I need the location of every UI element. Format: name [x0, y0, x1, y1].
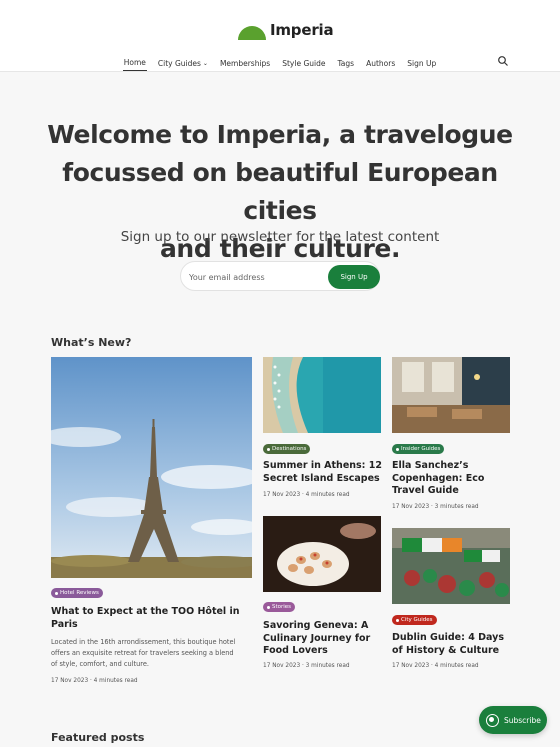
tag-label: Destinations [272, 446, 307, 452]
geneva-image[interactable] [263, 516, 381, 592]
site-header: Imperia Home City Guides ⌄ Memberships St… [0, 0, 560, 72]
search-icon[interactable] [497, 55, 509, 67]
main-nav: Home City Guides ⌄ Memberships Style Guid… [0, 55, 560, 71]
signup-button[interactable]: Sign Up [328, 265, 380, 289]
card-meta: 17 Nov 2023 · 3 minutes read [392, 504, 479, 510]
nav-item-home[interactable]: Home [122, 55, 147, 71]
nav-label: Authors [366, 58, 396, 68]
dot-icon [267, 605, 270, 609]
card-title-dublin[interactable]: Dublin Guide: 4 Days of History & Cultur… [392, 632, 512, 657]
newsletter-form: Sign Up [180, 261, 380, 291]
card-title-geneva[interactable]: Savoring Geneva: A Culinary Journey for … [263, 620, 383, 658]
athens-image[interactable] [263, 357, 381, 433]
dot-icon [55, 591, 58, 595]
floating-subscribe-button[interactable]: Subscribe [479, 706, 547, 734]
dublin-image[interactable] [392, 528, 510, 604]
tag-label: City Guides [401, 617, 433, 623]
nav-label: Home [123, 58, 146, 67]
card-title-copenhagen[interactable]: Ella Sanchez’s Copenhagen: Eco Travel Gu… [392, 460, 512, 498]
whats-new-heading: What’s New? [51, 336, 132, 349]
tag-city-guides[interactable]: City Guides [392, 615, 437, 625]
hero-title: Welcome to Imperia, a travelogue focusse… [40, 116, 520, 268]
nav-label: City Guides [157, 58, 201, 68]
logo-mark-icon [238, 26, 266, 40]
tag-destinations[interactable]: Destinations [263, 444, 311, 454]
copenhagen-image[interactable] [392, 357, 510, 433]
nav-item-authors[interactable]: Authors [365, 55, 396, 71]
featured-post-meta: 17 Nov 2023 · 4 minutes read [51, 678, 138, 684]
card-meta: 17 Nov 2023 · 4 minutes read [263, 492, 350, 498]
site-logo[interactable]: Imperia [238, 20, 334, 40]
nav-item-memberships[interactable]: Memberships [219, 55, 271, 71]
nav-item-sign-up[interactable]: Sign Up [406, 55, 437, 71]
card-meta: 17 Nov 2023 · 4 minutes read [392, 663, 479, 669]
featured-post-title[interactable]: What to Expect at the TOO Hôtel in Paris [51, 606, 251, 631]
email-input[interactable] [189, 269, 319, 285]
tag-insider-guides[interactable]: Insider Guides [392, 444, 445, 454]
card-meta: 17 Nov 2023 · 3 minutes read [263, 663, 350, 669]
paris-image[interactable] [51, 357, 252, 578]
featured-post-excerpt: Located in the 16th arrondissement, this… [51, 638, 236, 668]
nav-label: Tags [337, 58, 355, 68]
dot-icon [267, 447, 270, 451]
tag-label: Hotel Reviews [60, 590, 99, 596]
chevron-down-icon: ⌄ [202, 60, 208, 67]
nav-item-tags[interactable]: Tags [336, 55, 355, 71]
subscribe-icon [486, 713, 499, 727]
featured-posts-heading: Featured posts [51, 731, 145, 744]
tag-label: Stories [272, 604, 292, 610]
site-name: Imperia [270, 21, 334, 39]
hero-title-line: focussed on beautiful European cities [62, 158, 498, 225]
nav-label: Style Guide [282, 58, 326, 68]
tag-stories[interactable]: Stories [263, 602, 296, 612]
dot-icon [396, 447, 399, 451]
hero-title-line: Welcome to Imperia, a travelogue [47, 120, 513, 149]
subscribe-label: Subscribe [504, 715, 541, 725]
hero-subtitle: Sign up to our newsletter for the latest… [120, 229, 440, 245]
nav-item-city-guides[interactable]: City Guides ⌄ [157, 55, 209, 71]
tag-label: Insider Guides [401, 446, 441, 452]
card-title-athens[interactable]: Summer in Athens: 12 Secret Island Escap… [263, 460, 383, 485]
nav-label: Memberships [219, 58, 271, 68]
dot-icon [396, 618, 399, 622]
nav-label: Sign Up [407, 58, 437, 68]
tag-hotel-reviews[interactable]: Hotel Reviews [51, 588, 103, 598]
nav-item-style-guide[interactable]: Style Guide [281, 55, 326, 71]
